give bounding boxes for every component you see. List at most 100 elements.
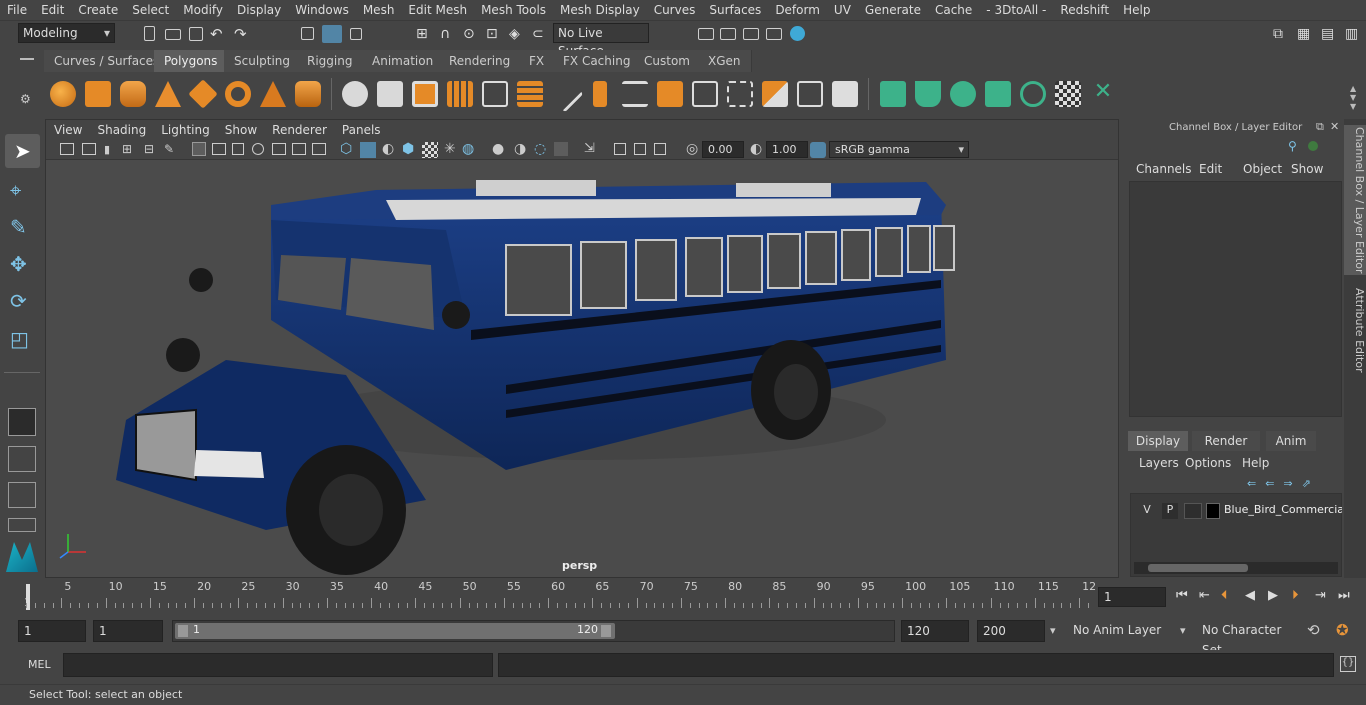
modeling-toolkit-icon[interactable]: ▦ bbox=[1297, 26, 1313, 42]
channel-toggle-icon[interactable]: ▤ bbox=[1321, 26, 1337, 42]
panel-menu-lighting[interactable]: Lighting bbox=[153, 123, 217, 137]
layer-list[interactable]: V P Blue_Bird_Commercial_ bbox=[1130, 493, 1342, 577]
gamma-icon[interactable]: ◐ bbox=[750, 141, 762, 157]
ssao-icon[interactable]: ✳ bbox=[444, 141, 456, 157]
menu-mesh-tools[interactable]: Mesh Tools bbox=[474, 0, 553, 20]
bookmark-icon[interactable]: ▮ bbox=[104, 143, 110, 156]
timeline-ruler[interactable]: 1 5 10 15 20 25 30 35 40 45 50 55 60 65 70 75 80 85 90 95 1… bbox=[18, 580, 1096, 612]
save-scene-icon[interactable] bbox=[188, 26, 204, 42]
panel-menu-shading[interactable]: Shading bbox=[89, 123, 153, 137]
shelf-scroll-icon[interactable]: ▲ ▼ ▼ bbox=[1350, 84, 1356, 111]
layer-menu-help[interactable]: Help bbox=[1242, 456, 1269, 470]
menu-create[interactable]: Create bbox=[71, 0, 125, 20]
depth-of-field-icon[interactable]: ◑ bbox=[514, 141, 526, 157]
menu-windows[interactable]: Windows bbox=[288, 0, 356, 20]
chevron-down-icon[interactable]: ▾ bbox=[1180, 624, 1186, 637]
menu-help[interactable]: Help bbox=[1116, 0, 1157, 20]
shelf-tab-fx[interactable]: FX bbox=[519, 50, 556, 72]
checker-icon[interactable] bbox=[422, 142, 438, 158]
menu-cache[interactable]: Cache bbox=[928, 0, 979, 20]
playback-end-field[interactable]: 120 bbox=[901, 620, 969, 642]
target-weld-icon[interactable] bbox=[797, 81, 823, 107]
layer-tab-display[interactable]: Display bbox=[1128, 431, 1188, 451]
menu-surfaces[interactable]: Surfaces bbox=[702, 0, 768, 20]
xray-icon[interactable] bbox=[360, 142, 376, 158]
step-forward-frame-icon[interactable]: ⏵ bbox=[1292, 588, 1299, 603]
shelf-menu-icon[interactable] bbox=[20, 58, 34, 60]
frame-all-icon[interactable] bbox=[614, 143, 626, 155]
fill-hole-icon[interactable] bbox=[832, 81, 858, 107]
shadows-icon[interactable] bbox=[292, 143, 306, 155]
current-frame-field[interactable]: 1 bbox=[1098, 587, 1166, 607]
shelf-tab-fx-caching[interactable]: FX Caching bbox=[553, 50, 642, 72]
render-current-frame-icon[interactable] bbox=[720, 26, 736, 42]
render-settings-icon[interactable] bbox=[698, 26, 714, 42]
poly-pipe-icon[interactable] bbox=[295, 81, 321, 107]
combine-icon[interactable] bbox=[342, 81, 368, 107]
uv-spherical-icon[interactable] bbox=[950, 81, 976, 107]
append-polygon-icon[interactable] bbox=[762, 81, 788, 107]
panel-menu-view[interactable]: View bbox=[46, 123, 89, 137]
workspace-icon[interactable]: ⧉ bbox=[1273, 26, 1289, 42]
color-space-selector[interactable]: sRGB gamma ▾ bbox=[829, 141, 969, 158]
shaded-icon[interactable] bbox=[232, 143, 244, 155]
layer-row[interactable]: V P Blue_Bird_Commercial_ bbox=[1134, 502, 1342, 520]
range-slider[interactable]: 1 120 bbox=[172, 620, 895, 642]
side-tab-channel-box[interactable]: Channel Box / Layer Editor bbox=[1344, 125, 1366, 275]
menu-3dtoall[interactable]: - 3DtoAll - bbox=[979, 0, 1053, 20]
camera-icon[interactable] bbox=[60, 143, 74, 155]
play-forwards-icon[interactable]: ▶ bbox=[1268, 588, 1278, 603]
wireframe-icon[interactable] bbox=[192, 142, 206, 156]
shelf-tab-xgen[interactable]: XGen bbox=[698, 50, 752, 72]
attribute-toggle-icon[interactable]: ▥ bbox=[1345, 26, 1361, 42]
select-hierarchy-icon[interactable] bbox=[300, 26, 316, 42]
snap-surface-icon[interactable]: ◈ bbox=[509, 26, 525, 42]
layer-scrollbar[interactable] bbox=[1134, 562, 1338, 574]
uv-unfold-icon[interactable] bbox=[1020, 81, 1046, 107]
select-camera-icon[interactable]: ⇲ bbox=[584, 141, 595, 156]
uv-automatic-icon[interactable] bbox=[985, 81, 1011, 107]
channel-menu-object[interactable]: Object bbox=[1243, 162, 1282, 176]
color-management-icon[interactable] bbox=[810, 142, 826, 158]
mirror-icon[interactable] bbox=[412, 81, 438, 107]
channel-menu-channels[interactable]: Channels bbox=[1136, 162, 1192, 176]
pencil-icon[interactable]: ✎ bbox=[164, 142, 174, 156]
gamma-field[interactable]: 1.00 bbox=[766, 141, 808, 158]
animation-start-field[interactable]: 1 bbox=[18, 620, 86, 642]
single-perspective-layout-icon[interactable] bbox=[8, 408, 36, 436]
lighting-icon[interactable] bbox=[272, 143, 286, 155]
grid-icon[interactable]: ⊞ bbox=[122, 142, 132, 156]
float-icon[interactable]: ⧉ bbox=[1316, 120, 1324, 134]
time-slider[interactable]: 1 5 10 15 20 25 30 35 40 45 50 55 60 65 70 75 80 85 90 95 1… bbox=[0, 580, 1366, 614]
menu-display[interactable]: Display bbox=[230, 0, 288, 20]
animation-prefs-icon[interactable]: ✪ bbox=[1336, 621, 1349, 639]
character-set-selector[interactable]: No Character Set bbox=[1197, 620, 1297, 657]
play-backwards-icon[interactable]: ◀ bbox=[1245, 588, 1255, 603]
hud-icon[interactable]: ◌ bbox=[534, 141, 546, 157]
menu-mesh[interactable]: Mesh bbox=[356, 0, 402, 20]
redo-icon[interactable]: ↷ bbox=[234, 25, 250, 43]
snap-grid-icon[interactable]: ⊞ bbox=[416, 26, 432, 42]
resolution-gate-icon[interactable] bbox=[312, 143, 326, 155]
snap-point-icon[interactable]: ⊙ bbox=[463, 26, 479, 42]
menu-curves[interactable]: Curves bbox=[647, 0, 703, 20]
live-surface-field[interactable]: No Live Surface bbox=[553, 23, 649, 58]
move-tool-icon[interactable]: ✥ bbox=[10, 252, 27, 276]
remesh-icon[interactable] bbox=[482, 81, 508, 107]
playback-start-field[interactable]: 1 bbox=[93, 620, 163, 642]
bevel-icon[interactable] bbox=[657, 81, 683, 107]
antialias-icon[interactable]: ● bbox=[492, 141, 504, 157]
frame-selected-icon[interactable] bbox=[634, 143, 646, 155]
select-object-icon[interactable] bbox=[322, 25, 342, 43]
uv-checker-icon[interactable] bbox=[1055, 81, 1081, 107]
layer-menu-options[interactable]: Options bbox=[1185, 456, 1231, 470]
persp-outliner-layout-icon[interactable] bbox=[8, 482, 36, 508]
layer-menu-layers[interactable]: Layers bbox=[1139, 456, 1179, 470]
channel-menu-edit[interactable]: Edit bbox=[1199, 162, 1222, 176]
component-xray-icon[interactable]: ⬢ bbox=[402, 141, 414, 157]
magnet-icon[interactable]: ⊂ bbox=[532, 26, 548, 42]
poly-sphere-icon[interactable] bbox=[50, 81, 76, 107]
film-gate-icon[interactable]: ⊟ bbox=[144, 142, 154, 156]
gear-icon[interactable]: ⚙ bbox=[20, 92, 31, 106]
extrude-icon[interactable] bbox=[593, 81, 607, 107]
